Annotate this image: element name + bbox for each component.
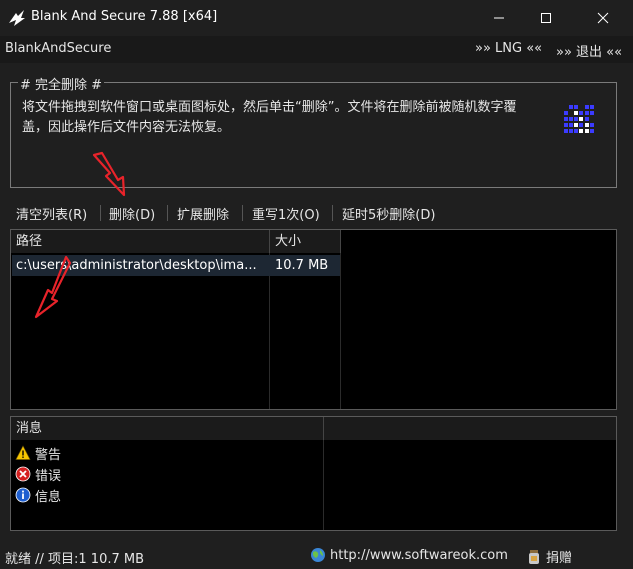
globe-icon bbox=[311, 548, 325, 562]
toolbar-separator bbox=[242, 205, 243, 221]
clear-list-button[interactable]: 清空列表(R) bbox=[16, 204, 87, 223]
warning-icon bbox=[15, 445, 31, 460]
file-list[interactable]: 路径 大小 c:\users\administrator\desktop\ima… bbox=[10, 229, 617, 410]
maximize-icon bbox=[541, 13, 551, 23]
app-logo-icon bbox=[9, 10, 25, 26]
annotation-arrow-icon bbox=[92, 151, 126, 197]
maximize-button[interactable] bbox=[523, 0, 569, 36]
donate-jar-icon bbox=[529, 549, 539, 564]
website-url[interactable]: http://www.softwareok.com bbox=[330, 548, 508, 563]
group-title: # 完全删除 # bbox=[18, 74, 105, 93]
title-bar: Blank And Secure 7.88 [x64] bbox=[0, 0, 633, 36]
column-header-empty bbox=[324, 417, 616, 440]
list-item[interactable]: 信息 bbox=[15, 485, 61, 505]
toolbar-separator bbox=[332, 205, 333, 221]
overwrite-button[interactable]: 重写1次(O) bbox=[252, 204, 320, 223]
column-divider bbox=[269, 253, 270, 409]
message-list[interactable]: 消息 警告 错误 信息 bbox=[10, 416, 617, 531]
file-size-cell: 10.7 MB bbox=[275, 258, 329, 273]
menu-language[interactable]: »» LNG «« bbox=[475, 41, 542, 56]
minimize-icon bbox=[494, 17, 504, 19]
menu-exit[interactable]: »» 退出 «« bbox=[556, 41, 622, 60]
menu-app-name[interactable]: BlankAndSecure bbox=[5, 41, 111, 56]
status-text: 就绪 // 项目:1 10.7 MB bbox=[5, 552, 145, 567]
minimize-button[interactable] bbox=[476, 0, 522, 36]
column-header-size[interactable]: 大小 bbox=[270, 230, 341, 253]
donate-link[interactable]: 捐赠 bbox=[526, 547, 572, 566]
website-link[interactable]: http://www.softwareok.com bbox=[310, 547, 508, 563]
delay-delete-button[interactable]: 延时5秒删除(D) bbox=[342, 204, 435, 223]
toolbar-separator bbox=[100, 205, 101, 221]
extended-delete-button[interactable]: 扩展删除 bbox=[177, 204, 229, 223]
window-title: Blank And Secure 7.88 [x64] bbox=[31, 9, 218, 24]
menu-bar: BlankAndSecure »» LNG «« »» 退出 «« bbox=[0, 36, 633, 63]
message-label: 警告 bbox=[35, 447, 62, 463]
close-button[interactable] bbox=[580, 0, 626, 36]
list-item[interactable]: 错误 bbox=[15, 464, 61, 484]
column-header-path[interactable]: 路径 bbox=[11, 230, 270, 253]
message-label: 错误 bbox=[35, 468, 62, 484]
error-icon bbox=[15, 466, 31, 482]
list-item[interactable]: 警告 bbox=[15, 443, 61, 463]
info-icon bbox=[15, 487, 31, 503]
annotation-arrow-icon bbox=[34, 255, 72, 319]
delete-button[interactable]: 删除(D) bbox=[109, 204, 155, 223]
toolbar-separator bbox=[167, 205, 168, 221]
mosaic-logo-icon bbox=[564, 105, 594, 133]
close-icon bbox=[597, 12, 609, 24]
column-header-message[interactable]: 消息 bbox=[11, 417, 324, 440]
message-label: 信息 bbox=[35, 489, 62, 505]
status-bar: 就绪 // 项目:1 10.7 MB http://www.softwareok… bbox=[0, 543, 633, 569]
column-divider bbox=[323, 440, 324, 530]
info-text: 将文件拖拽到软件窗口或桌面图标处，然后单击“删除”。文件将在删除前被随机数字覆盖… bbox=[22, 100, 517, 135]
donate-label[interactable]: 捐赠 bbox=[546, 547, 572, 566]
column-divider bbox=[340, 253, 341, 409]
